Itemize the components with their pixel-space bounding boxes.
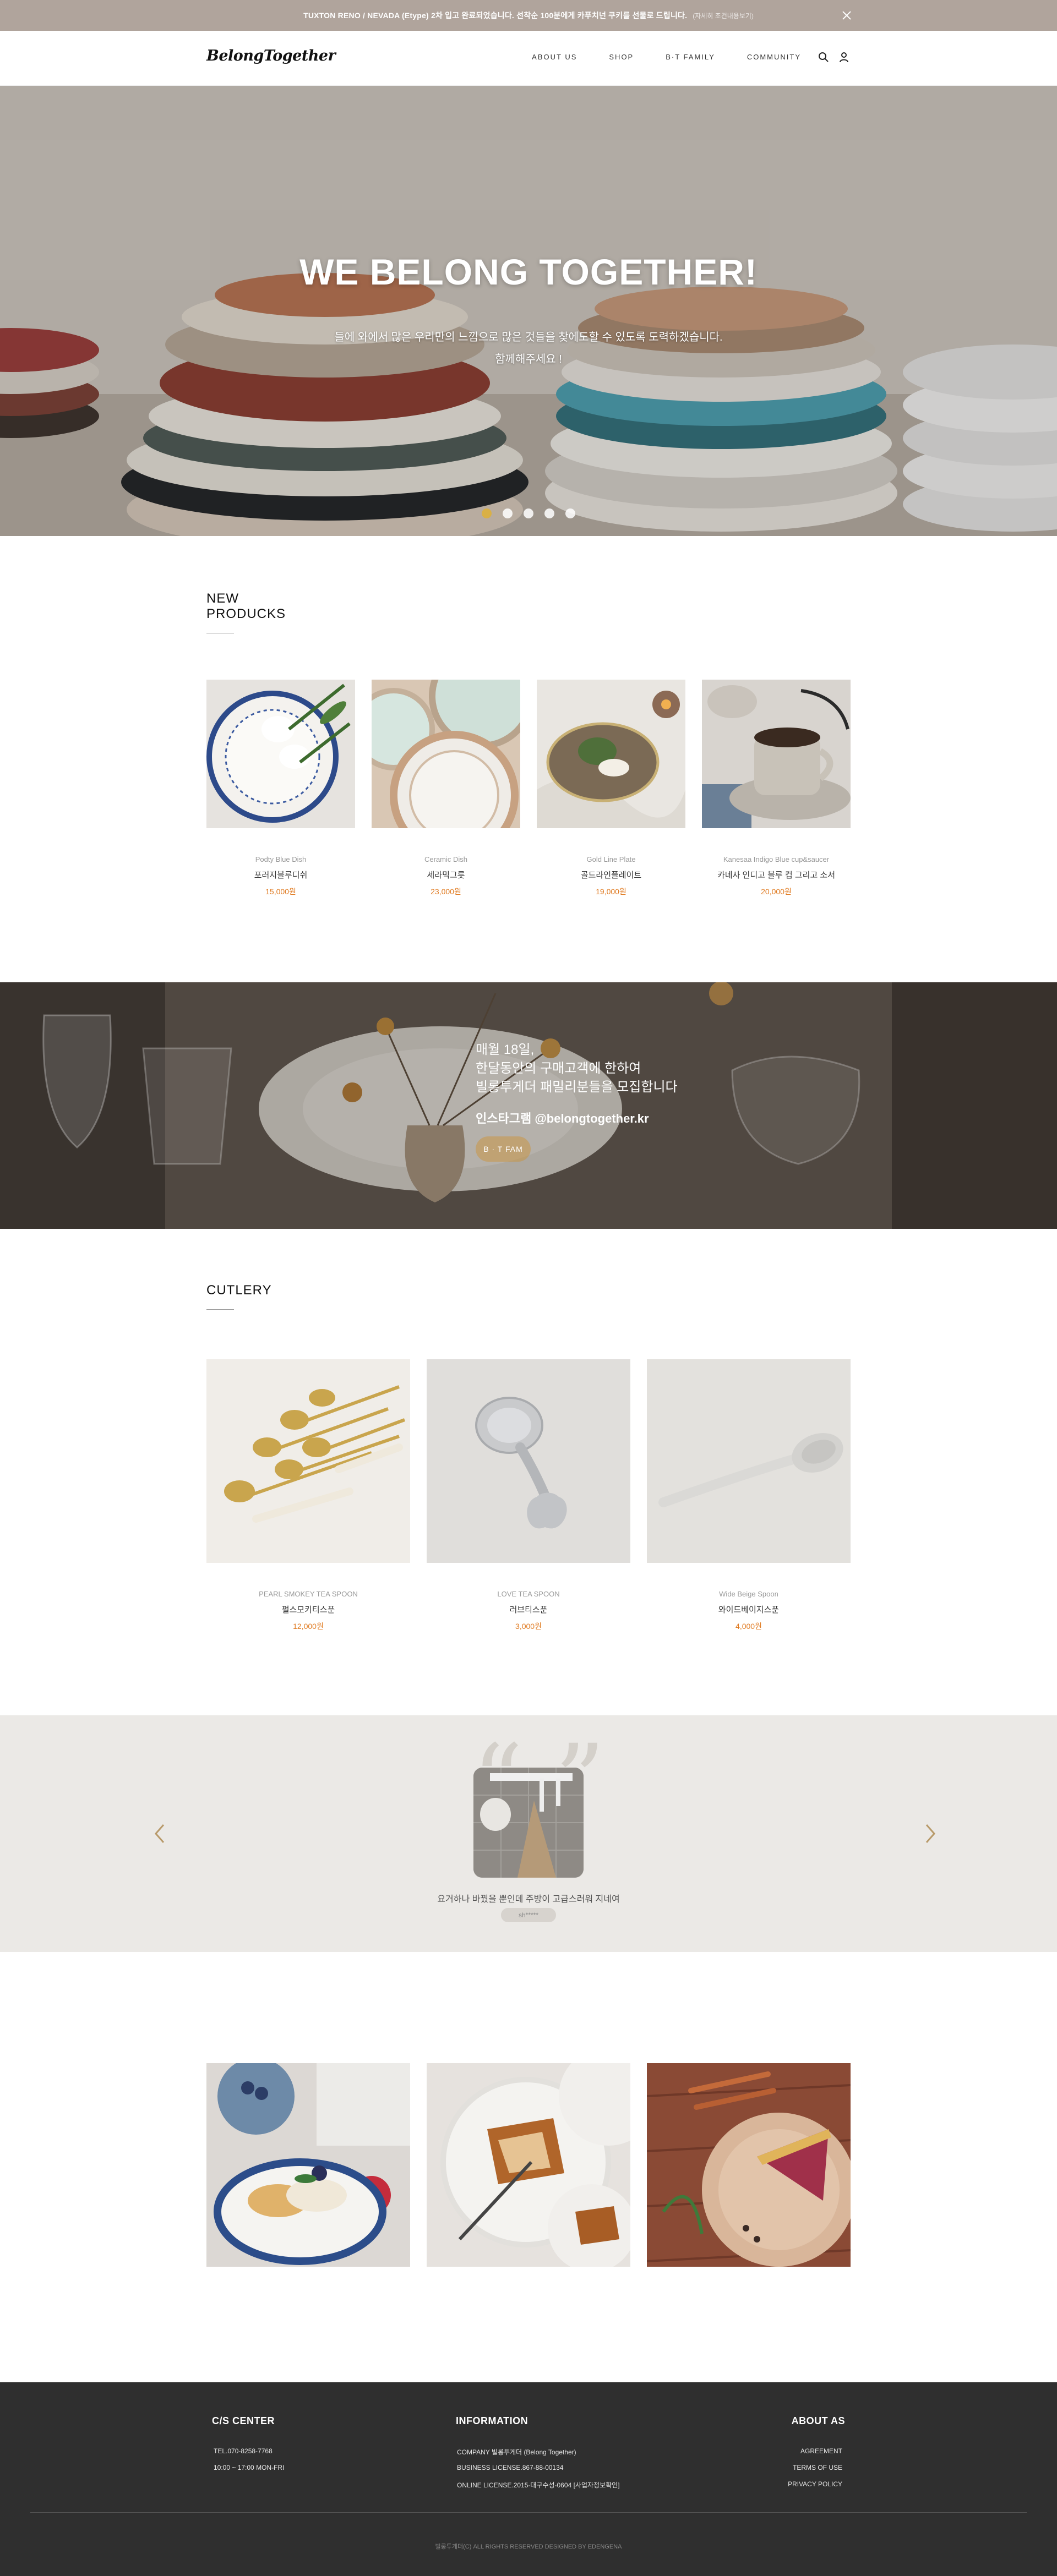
search-icon[interactable] <box>818 52 829 63</box>
product-name-ko: 골드라인플레이트 <box>580 871 642 880</box>
banner-image <box>0 982 1057 1229</box>
product-price: 12,000원 <box>293 1622 324 1631</box>
product-price: 4,000원 <box>735 1622 762 1631</box>
review-photo <box>473 1768 584 1878</box>
product-image[interactable] <box>647 1359 851 1563</box>
hero-title: WE BELONG TOGETHER! <box>299 251 758 292</box>
title-rule <box>206 1309 234 1310</box>
product-image[interactable] <box>206 1359 410 1563</box>
product-name-en: Kanesaa Indigo Blue cup&saucer <box>723 855 830 863</box>
product-image[interactable] <box>702 680 851 828</box>
site-header: BelongTogether ABOUT US SHOP B·T FAMILY … <box>0 31 1057 86</box>
product-name-ko: 카네사 인디고 블루 컵 그리고 소서 <box>717 871 836 880</box>
nav-shop[interactable]: SHOP <box>609 53 634 61</box>
product-card[interactable]: Podty Blue Dish 포러지블루디쉬 15,000원 <box>206 680 355 897</box>
logo[interactable]: BelongTogether <box>206 47 336 64</box>
cs-center-title: C/S CENTER <box>212 2415 275 2426</box>
product-card[interactable]: Kanesaa Indigo Blue cup&saucer 카네사 인디고 블… <box>702 680 851 897</box>
info-online-license[interactable]: ONLINE LICENSE.2015-대구수성-0604 [사업자정보확인] <box>457 2480 620 2490</box>
cs-tel: TEL.070-8258-7768 <box>214 2447 273 2455</box>
agreement-link[interactable]: AGREEMENT <box>800 2447 842 2455</box>
instagram-handle[interactable]: 인스타그램 @belongtogether.kr <box>476 1109 649 1126</box>
product-name-ko: 포러지블루디쉬 <box>254 871 308 880</box>
footer-divider <box>30 2512 1027 2513</box>
family-banner: 매월 18일, 한달동안의 구매고객에 한하여 빌롱투게더 패밀리분들을 모집합… <box>0 982 1057 1229</box>
site-footer: C/S CENTER TEL.070-8258-7768 10:00 ~ 17:… <box>0 2382 1057 2576</box>
information-title: INFORMATION <box>456 2415 528 2426</box>
product-name-ko: 펄스모키티스푼 <box>281 1605 335 1615</box>
product-name-en: Wide Beige Spoon <box>719 1590 778 1598</box>
product-image[interactable] <box>427 1359 630 1563</box>
product-name-en: Podty Blue Dish <box>255 855 307 863</box>
close-icon[interactable] <box>840 9 853 22</box>
notice-bar: TUXTON RENO / NEVADA (Etype) 2차 입고 완료되었습… <box>0 0 1057 31</box>
product-name-en: PEARL SMOKEY TEA SPOON <box>259 1590 358 1598</box>
product-name-en: Ceramic Dish <box>424 855 467 863</box>
hero-slider: WE BELONG TOGETHER! 들에 와에서 많은 우리만의 느낌으로 … <box>0 86 1057 536</box>
privacy-policy-link[interactable]: PRIVACY POLICY <box>788 2480 842 2488</box>
product-name-ko: 러브티스푼 <box>509 1605 548 1615</box>
product-price: 15,000원 <box>265 887 296 896</box>
slider-dot-2[interactable] <box>503 508 513 518</box>
gallery-image-pancakes[interactable] <box>206 2063 410 2267</box>
cs-hours: 10:00 ~ 17:00 MON-FRI <box>214 2464 285 2471</box>
chevron-left-icon[interactable] <box>151 1823 168 1845</box>
product-card[interactable]: PEARL SMOKEY TEA SPOON 펄스모키티스푼 12,000원 <box>206 1359 410 1632</box>
product-price: 23,000원 <box>431 887 461 896</box>
gallery-image-tart[interactable] <box>647 2063 851 2267</box>
product-image[interactable] <box>206 680 355 828</box>
bt-fam-button[interactable]: B · T FAM <box>476 1136 531 1162</box>
cutlery-title: CUTLERY <box>206 1283 272 1310</box>
nav-community[interactable]: COMMUNITY <box>747 53 801 61</box>
product-name-en: Gold Line Plate <box>586 855 636 863</box>
info-company: COMPANY 빌롱투게더 (Belong Together) <box>457 2448 576 2456</box>
slider-dot-1[interactable] <box>482 508 492 518</box>
about-title: ABOUT AS <box>791 2415 845 2426</box>
notice-more-link[interactable]: (자세히 조건내용보기) <box>693 11 754 20</box>
copyright: 빌롱투게더(C) ALL RIGHTS RESERVED DESIGNED BY… <box>435 2544 622 2550</box>
product-card[interactable]: LOVE TEA SPOON 러브티스푼 3,000원 <box>427 1359 630 1632</box>
slider-dots <box>0 508 1057 518</box>
user-icon[interactable] <box>839 52 849 63</box>
product-price: 19,000원 <box>596 887 626 896</box>
product-name-ko: 와이드베이지스푼 <box>718 1605 780 1615</box>
gallery-image-pastry[interactable] <box>427 2063 630 2267</box>
slider-dot-3[interactable] <box>524 508 533 518</box>
notice-text: TUXTON RENO / NEVADA (Etype) 2차 입고 완료되었습… <box>303 11 688 20</box>
product-name-ko: 세라믹그릇 <box>427 871 465 880</box>
nav-bt-family[interactable]: B·T FAMILY <box>666 53 715 61</box>
terms-link[interactable]: TERMS OF USE <box>793 2464 842 2471</box>
main-nav: ABOUT US SHOP B·T FAMILY COMMUNITY <box>532 53 801 61</box>
banner-text: 매월 18일, 한달동안의 구매고객에 한하여 빌롱투게더 패밀리분들을 모집합… <box>476 1042 678 1095</box>
slider-dot-4[interactable] <box>544 508 554 518</box>
review-caption: 요거하나 바꿨을 뿐인데 주방이 고급스러워 지네여 <box>437 1895 620 1904</box>
product-card[interactable]: Wide Beige Spoon 와이드베이지스푼 4,000원 <box>647 1359 851 1632</box>
product-image[interactable] <box>537 680 685 828</box>
hero-subtitle-line2: 함께해주세요 ! <box>495 353 562 365</box>
review-author: sh***** <box>501 1908 556 1922</box>
nav-about-us[interactable]: ABOUT US <box>532 53 577 61</box>
info-business-license: BUSINESS LICENSE.867-88-00134 <box>457 2464 564 2471</box>
hero-subtitle-line1: 들에 와에서 많은 우리만의 느낌으로 많은 것들을 찾에도할 수 있도록 도력… <box>334 331 723 343</box>
chevron-right-icon[interactable] <box>922 1823 939 1845</box>
product-card[interactable]: Ceramic Dish 세라믹그릇 23,000원 <box>352 643 535 897</box>
product-name-en: LOVE TEA SPOON <box>497 1590 560 1598</box>
product-image[interactable] <box>352 643 535 860</box>
new-products-title: NEW PRODUCKS <box>206 591 286 633</box>
product-price: 3,000원 <box>515 1622 542 1631</box>
product-card[interactable]: Gold Line Plate 골드라인플레이트 19,000원 <box>537 680 685 897</box>
review-slider: “ ” 요거하나 바꿨을 뿐인데 주방이 고급스러워 지네여 sh***** <box>0 1715 1057 1952</box>
hero-image <box>0 86 1057 536</box>
product-price: 20,000원 <box>761 887 792 896</box>
slider-dot-5[interactable] <box>565 508 575 518</box>
